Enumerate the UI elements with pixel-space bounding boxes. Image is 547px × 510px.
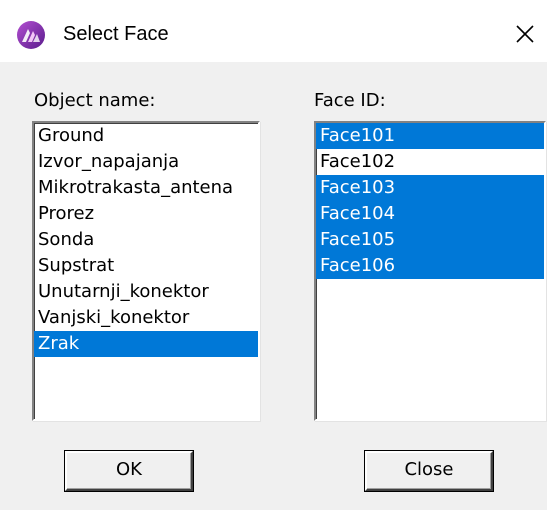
face-id-label: Face ID: — [314, 90, 386, 111]
face-items: Face101 Face102 Face103 Face104 Face105 Face1… — [316, 123, 544, 279]
face-id-listbox[interactable]: Face101 Face102 Face103 Face104 Face105 Face1… — [314, 121, 546, 421]
face-list-item[interactable]: Face101 — [316, 123, 544, 149]
object-list-item[interactable]: Izvor_napajanja — [34, 149, 258, 175]
close-icon[interactable] — [509, 18, 541, 50]
ok-button[interactable]: OK — [65, 451, 193, 491]
close-button[interactable]: Close — [365, 451, 493, 491]
face-list-item[interactable]: Face105 — [316, 227, 544, 253]
object-list-item[interactable]: Prorez — [34, 201, 258, 227]
window-title: Select Face — [63, 23, 169, 45]
object-list-item[interactable]: Supstrat — [34, 253, 258, 279]
object-name-label: Object name: — [34, 90, 156, 111]
object-items: Ground Izvor_napajanja Mikrotrakasta_anten… — [34, 123, 258, 357]
object-list-item[interactable]: Mikrotrakasta_antena — [34, 175, 258, 201]
title-bar[interactable]: Select Face — [0, 0, 547, 62]
face-list-item[interactable]: Face103 — [316, 175, 544, 201]
dialog-body: Object name: Ground Izvor_napajanja Mikrot… — [0, 62, 547, 510]
object-list-item[interactable]: Vanjski_konektor — [34, 305, 258, 331]
face-list-item[interactable]: Face104 — [316, 201, 544, 227]
object-name-listbox[interactable]: Ground Izvor_napajanja Mikrotrakasta_anten… — [32, 121, 260, 421]
app-logo-icon — [16, 20, 46, 50]
face-list-item[interactable]: Face106 — [316, 253, 544, 279]
object-list-item[interactable]: Ground — [34, 123, 258, 149]
object-list-item[interactable]: Zrak — [34, 331, 258, 357]
object-list-item[interactable]: Unutarnji_konektor — [34, 279, 258, 305]
object-list-item[interactable]: Sonda — [34, 227, 258, 253]
select-face-dialog: Select Face Object name: Ground Izvor_nap… — [0, 0, 547, 510]
face-list-item[interactable]: Face102 — [316, 149, 544, 175]
